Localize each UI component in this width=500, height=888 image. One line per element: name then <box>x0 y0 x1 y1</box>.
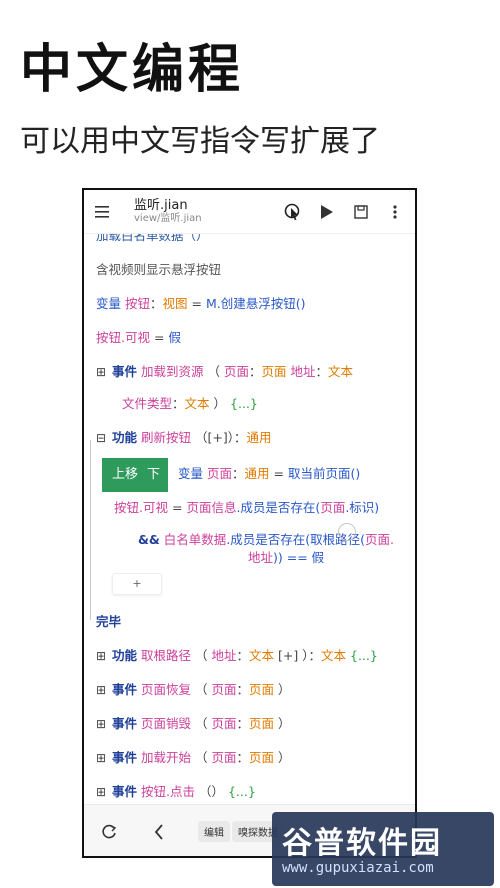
code-line-var-page[interactable]: 变量 页面：通用 = 取当前页面() <box>178 466 360 482</box>
app-bar: 监听.jian view/监听.jian <box>84 190 415 234</box>
recent-apps-icon[interactable] <box>84 824 134 840</box>
code-line-and-cont[interactable]: 地址)) == 假 <box>248 550 324 566</box>
watermark-logo: 谷普软件园 www.gupuxiazai.com <box>272 812 494 886</box>
more-vert-icon[interactable] <box>385 202 405 222</box>
touch-cursor <box>338 523 356 541</box>
run-icon[interactable] <box>317 202 337 222</box>
code-line-event-load[interactable]: ⊞ 事件 加载到资源 （ 页面：页面 地址：文本 <box>96 364 353 381</box>
element-picker-icon[interactable] <box>283 202 303 222</box>
expand-icon[interactable]: ⊞ <box>96 751 108 767</box>
code-line-visible[interactable]: 按钮.可视 = 假 <box>96 330 181 346</box>
move-toolbar: 上移 下 <box>102 458 168 492</box>
tab-edit[interactable]: 编辑 <box>198 821 230 842</box>
menu-icon[interactable] <box>84 205 120 218</box>
file-title-block: 监听.jian view/监听.jian <box>120 198 283 226</box>
back-icon[interactable] <box>134 823 184 840</box>
phone-screen: 监听.jian view/监听.jian 加载白名单数据（） 含视频则显示悬浮按… <box>82 188 417 858</box>
code-line-func-refresh[interactable]: ⊟ 功能 刷新按钮 （[+]）：通用 <box>96 430 272 447</box>
collapse-icon[interactable]: ⊟ <box>96 431 108 447</box>
expand-icon[interactable]: ⊞ <box>96 683 108 699</box>
block-guide-line <box>90 440 91 620</box>
code-line-event-destroy[interactable]: ⊞ 事件 页面销毁 （ 页面：页面 ） <box>96 716 291 733</box>
code-line-event-resume[interactable]: ⊞ 事件 页面恢复 （ 页面：页面 ） <box>96 682 291 699</box>
move-up-button[interactable]: 上移 <box>112 467 138 484</box>
code-line-end[interactable]: 完毕 <box>96 614 121 630</box>
code-line-event-start[interactable]: ⊞ 事件 加载开始 （ 页面：页面 ） <box>96 750 291 767</box>
watermark-url: www.gupuxiazai.com <box>282 860 434 876</box>
code-line-clipped[interactable]: 加载白名单数据（） <box>96 234 209 244</box>
add-statement-button[interactable]: + <box>112 573 162 595</box>
expand-icon[interactable]: ⊞ <box>96 785 108 801</box>
code-line-create-button[interactable]: 变量 按钮：视图 = M.创建悬浮按钮() <box>96 296 306 312</box>
hero-subtitle: 可以用中文写指令写扩展了 <box>20 124 380 159</box>
expand-icon[interactable]: ⊞ <box>96 365 108 381</box>
code-comment-line[interactable]: 含视频则显示悬浮按钮 <box>96 262 221 278</box>
move-down-button[interactable]: 下 <box>147 467 160 484</box>
code-line-event-load-cont[interactable]: 文件类型：文本 ） {...} <box>122 396 258 412</box>
appbar-actions <box>283 202 415 222</box>
file-title: 监听.jian <box>134 197 188 213</box>
expand-icon[interactable]: ⊞ <box>96 717 108 733</box>
watermark-title: 谷普软件园 <box>282 826 442 861</box>
code-line-event-click[interactable]: ⊞ 事件 按钮.点击 （） {...} <box>96 784 256 801</box>
expand-icon[interactable]: ⊞ <box>96 649 108 665</box>
file-path: view/监听.jian <box>134 213 202 225</box>
code-editor[interactable]: 加载白名单数据（） 含视频则显示悬浮按钮 变量 按钮：视图 = M.创建悬浮按钮… <box>84 234 415 802</box>
code-line-func-rootpath[interactable]: ⊞ 功能 取根路径 （ 地址：文本 [+] ）：文本 {...} <box>96 648 378 665</box>
code-line-assign[interactable]: 按钮.可视 = 页面信息.成员是否存在(页面.标识) <box>114 500 379 516</box>
save-icon[interactable] <box>351 202 371 222</box>
hero-title: 中文编程 <box>20 40 245 100</box>
